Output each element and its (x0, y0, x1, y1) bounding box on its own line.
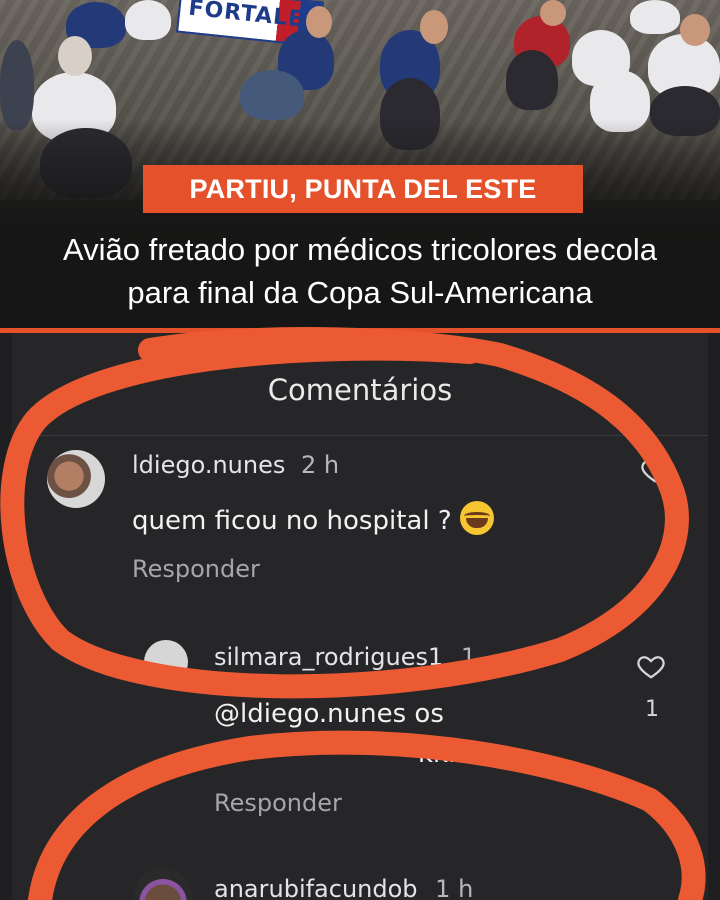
comments-screenshot: Comentários ldiego.nunes 2 h quem ficou … (0, 333, 720, 900)
like-count: 1 (645, 697, 659, 722)
person-head (306, 6, 332, 38)
comment-time: 1 h (435, 875, 474, 900)
avatar[interactable] (144, 640, 188, 684)
heart-icon[interactable] (636, 651, 666, 681)
news-tag: PARTIU, PUNTA DEL ESTE (143, 165, 583, 213)
person-head (420, 10, 448, 44)
person (0, 40, 34, 130)
news-headline: Avião fretado por médicos tricolores dec… (0, 228, 720, 314)
comments-title: Comentários (267, 373, 453, 407)
person-head (540, 0, 566, 26)
person (506, 50, 558, 110)
news-tag-text: PARTIU, PUNTA DEL ESTE (189, 173, 537, 204)
comment-username[interactable]: anarubifacundob 1 h (214, 875, 473, 900)
person (240, 70, 304, 120)
comment-body: quem ficou no hospital ? (132, 506, 452, 536)
comment-text: quem ficou no hospital ? (132, 501, 494, 536)
heart-icon[interactable] (640, 455, 670, 485)
comment-text: @ldiego.nunes os (214, 699, 444, 729)
comments-panel (12, 333, 708, 900)
person (630, 0, 680, 34)
person (125, 0, 171, 40)
page: FORTALEZ PARTIU, PUNTA DEL ESTE Avião fr… (0, 0, 720, 900)
title-divider (12, 435, 708, 436)
person-head (680, 14, 710, 46)
comment-time: 2 h (301, 451, 340, 479)
news-photo: FORTALEZ PARTIU, PUNTA DEL ESTE Avião fr… (0, 0, 720, 330)
comment-time: 1 (460, 643, 477, 671)
comment-user[interactable]: silmara_rodrigues1 (214, 643, 443, 671)
headline-line-1: Avião fretado por médicos tricolores dec… (63, 232, 657, 267)
headline-line-2: para final da Copa Sul-Americana (127, 275, 593, 310)
comment-text: kkkk (418, 739, 479, 769)
person-head (58, 36, 92, 76)
comment-username[interactable]: silmara_rodrigues1 1 (214, 643, 476, 671)
comment-user[interactable]: ldiego.nunes (132, 451, 285, 479)
grinning-sweat-emoji-icon (459, 501, 494, 535)
reply-button[interactable]: Responder (132, 555, 260, 583)
avatar[interactable] (47, 450, 105, 508)
reply-button[interactable]: Responder (214, 789, 342, 817)
comment-username[interactable]: ldiego.nunes 2 h (132, 451, 339, 479)
comment-user[interactable]: anarubifacundob (214, 875, 418, 900)
